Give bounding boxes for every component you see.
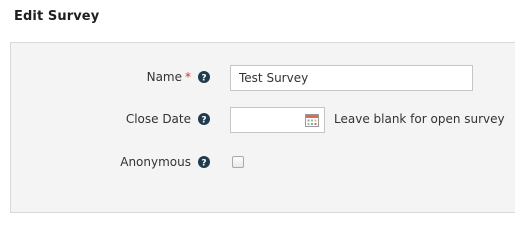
svg-text:?: ? — [201, 73, 206, 83]
anonymous-label-wrap: Anonymous ? — [120, 155, 210, 169]
svg-text:?: ? — [201, 115, 206, 125]
name-label-group: Name * ? — [11, 67, 210, 89]
name-label: Name — [146, 70, 182, 84]
question-circle-icon[interactable]: ? — [198, 156, 210, 168]
required-asterisk: * — [185, 70, 191, 84]
page-title: Edit Survey — [14, 9, 100, 24]
calendar-icon[interactable] — [304, 112, 320, 128]
close-date-label: Close Date — [125, 112, 191, 126]
question-circle-icon[interactable]: ? — [198, 71, 210, 83]
anonymous-checkbox[interactable] — [232, 156, 244, 168]
svg-text:?: ? — [201, 158, 206, 168]
anonymous-label-group: Anonymous ? — [11, 152, 210, 174]
survey-name-input[interactable] — [230, 65, 473, 91]
close-date-label-wrap: Close Date ? — [126, 112, 210, 126]
name-label-wrap: Name * ? — [147, 70, 210, 84]
close-date-label-group: Close Date ? — [11, 109, 210, 131]
edit-survey-page: Edit Survey Name * ? Close Date — [0, 0, 515, 224]
survey-form-panel: Name * ? Close Date ? — [10, 42, 515, 213]
close-date-hint: Leave blank for open survey — [334, 112, 505, 126]
anonymous-label: Anonymous — [120, 155, 191, 169]
question-circle-icon[interactable]: ? — [198, 113, 210, 125]
